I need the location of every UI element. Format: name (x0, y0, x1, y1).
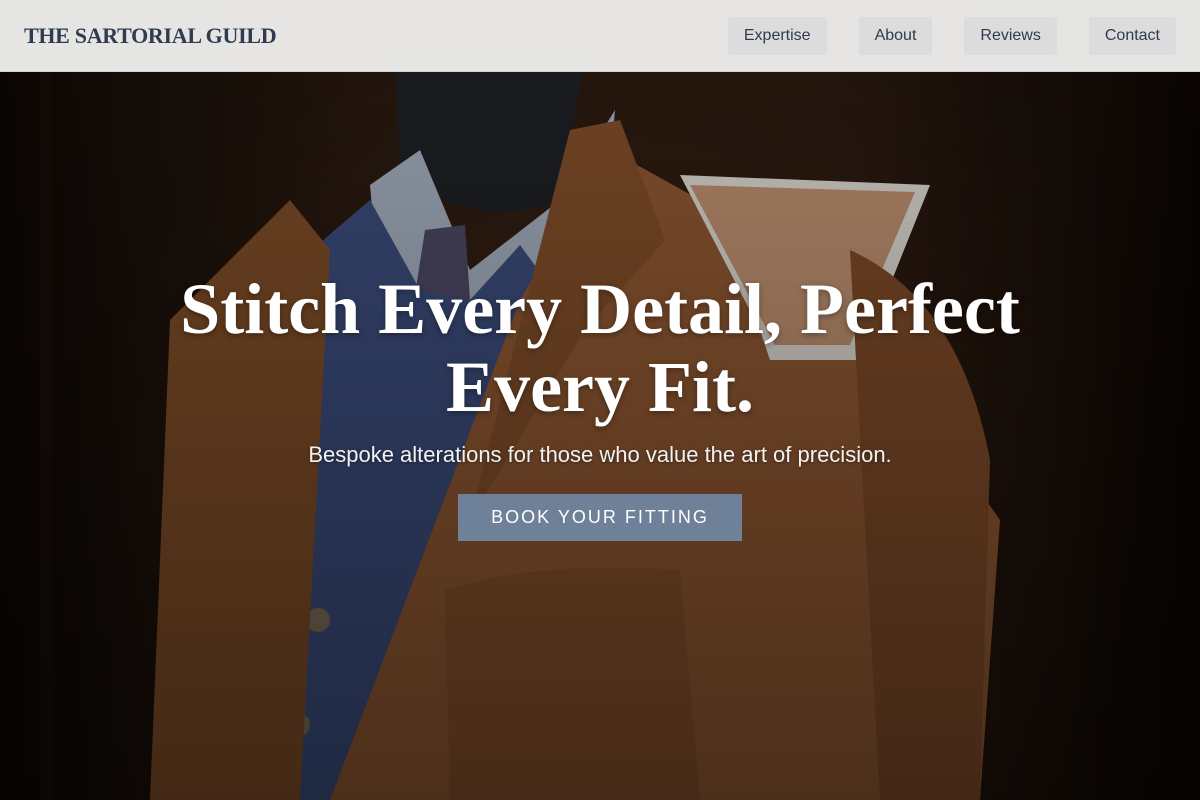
brand-logo[interactable]: THE SARTORIAL GUILD (24, 23, 277, 49)
hero-subtitle: Bespoke alterations for those who value … (308, 442, 892, 467)
hero-content: Stitch Every Detail, Perfect Every Fit. … (0, 270, 1200, 541)
nav-link-contact[interactable]: Contact (1088, 16, 1176, 55)
nav-link-about[interactable]: About (858, 16, 933, 55)
book-fitting-button[interactable]: BOOK YOUR FITTING (458, 494, 742, 541)
nav-links: Expertise About Reviews Contact (727, 16, 1176, 55)
navbar: THE SARTORIAL GUILD Expertise About Revi… (0, 0, 1200, 72)
nav-link-reviews[interactable]: Reviews (964, 16, 1057, 55)
nav-link-expertise[interactable]: Expertise (727, 16, 827, 55)
hero-title: Stitch Every Detail, Perfect Every Fit. (180, 269, 1020, 427)
